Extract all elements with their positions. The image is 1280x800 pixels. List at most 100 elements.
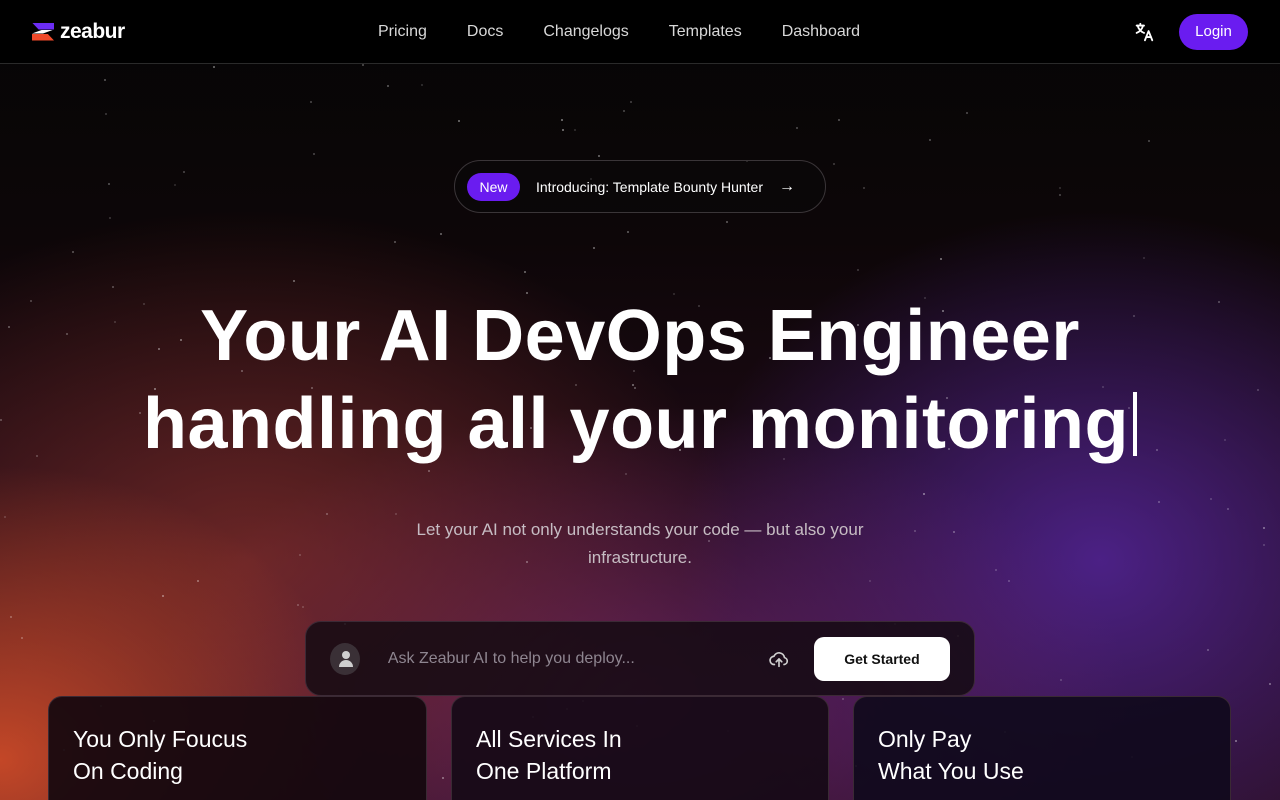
star-decoration [1148,140,1150,142]
star-decoration [1207,649,1209,651]
ai-prompt-input[interactable] [387,649,748,668]
star-decoration [869,580,871,582]
feature-card-pricing[interactable]: Only Pay What You Use [853,696,1231,800]
star-decoration [574,129,576,131]
star-decoration [1269,683,1271,685]
star-decoration [524,271,526,273]
star-decoration [1059,187,1061,189]
star-decoration [310,101,312,103]
star-decoration [421,84,423,86]
hero-title-line1: Your AI DevOps Engineer [200,296,1080,376]
star-decoration [623,110,625,112]
star-decoration [10,616,12,618]
star-decoration [428,470,430,472]
star-decoration [442,777,444,779]
star-decoration [929,139,931,141]
star-decoration [299,554,301,556]
star-decoration [562,129,564,131]
star-decoration [940,258,942,260]
star-decoration [72,251,74,253]
star-decoration [1143,257,1145,259]
star-decoration [1008,580,1010,582]
star-decoration [302,606,304,608]
star-decoration [112,286,114,288]
star-decoration [857,269,859,271]
nav-pricing[interactable]: Pricing [378,23,427,41]
feature-card-title: All Services In One Platform [476,726,622,784]
star-decoration [108,183,110,185]
cloud-upload-icon[interactable] [768,648,790,670]
star-decoration [593,247,595,249]
star-decoration [105,113,107,115]
login-button[interactable]: Login [1179,13,1248,50]
announcement-text: Introducing: Template Bounty Hunter [536,178,763,195]
brand-logo[interactable]: zeabur [32,20,125,44]
nav-dashboard[interactable]: Dashboard [782,23,860,41]
star-decoration [174,184,176,186]
star-decoration [387,85,389,87]
star-decoration [362,64,364,66]
user-avatar-icon [330,642,360,675]
arrow-right-icon: → [779,177,795,195]
new-badge: New [467,172,520,201]
star-decoration [297,604,299,606]
star-decoration [104,79,106,81]
nav-changelogs[interactable]: Changelogs [543,23,628,41]
nav-docs[interactable]: Docs [467,23,503,41]
feature-card-services[interactable]: All Services In One Platform [451,696,829,800]
star-decoration [833,163,835,165]
typing-caret [1132,392,1137,456]
star-decoration [4,516,6,518]
star-decoration [598,155,600,157]
star-decoration [1227,508,1229,510]
get-started-button[interactable]: Get Started [813,636,950,681]
star-decoration [183,171,185,173]
star-decoration [440,233,442,235]
brand-name: zeabur [60,19,125,43]
header-actions: Login [1133,13,1248,50]
star-decoration [625,473,627,475]
star-decoration [966,112,968,114]
star-decoration [197,580,199,582]
ai-prompt-bar: Get Started [305,621,975,696]
nav-templates[interactable]: Templates [669,23,742,41]
star-decoration [923,493,925,495]
star-decoration [1059,194,1061,196]
star-decoration [293,280,295,282]
star-decoration [1263,527,1265,529]
star-decoration [213,66,215,68]
star-decoration [1060,679,1062,681]
star-decoration [326,513,328,515]
star-decoration [313,153,315,155]
star-decoration [1263,544,1265,546]
star-decoration [838,119,840,121]
hero-subtitle: Let your AI not only understands your co… [416,520,864,567]
star-decoration [627,231,629,233]
main-nav: Pricing Docs Changelogs Templates Dashbo… [378,23,860,41]
star-decoration [630,101,632,103]
feature-card-title: Only Pay What You Use [878,726,1024,784]
star-decoration [995,569,997,571]
star-decoration [796,127,798,129]
star-decoration [863,187,865,189]
star-decoration [1210,498,1212,500]
star-decoration [21,637,23,639]
zeabur-logo-icon [32,22,54,41]
translate-icon[interactable] [1133,21,1155,43]
star-decoration [726,221,728,223]
hero-title-line2: handling all your monitoring [143,384,1129,464]
star-decoration [1235,740,1237,742]
hero-title: Your AI DevOps Engineer handling all you… [0,292,1280,468]
star-decoration [561,119,563,121]
star-decoration [394,241,396,243]
feature-card-coding[interactable]: You Only Foucus On Coding [48,696,427,800]
star-decoration [953,531,955,533]
announcement-banner[interactable]: New Introducing: Template Bounty Hunter … [454,160,826,213]
star-decoration [914,530,916,532]
star-decoration [395,513,397,515]
star-decoration [162,595,164,597]
star-decoration [1158,501,1160,503]
feature-card-title: You Only Foucus On Coding [73,726,248,784]
star-decoration [842,698,844,700]
star-decoration [458,120,460,122]
